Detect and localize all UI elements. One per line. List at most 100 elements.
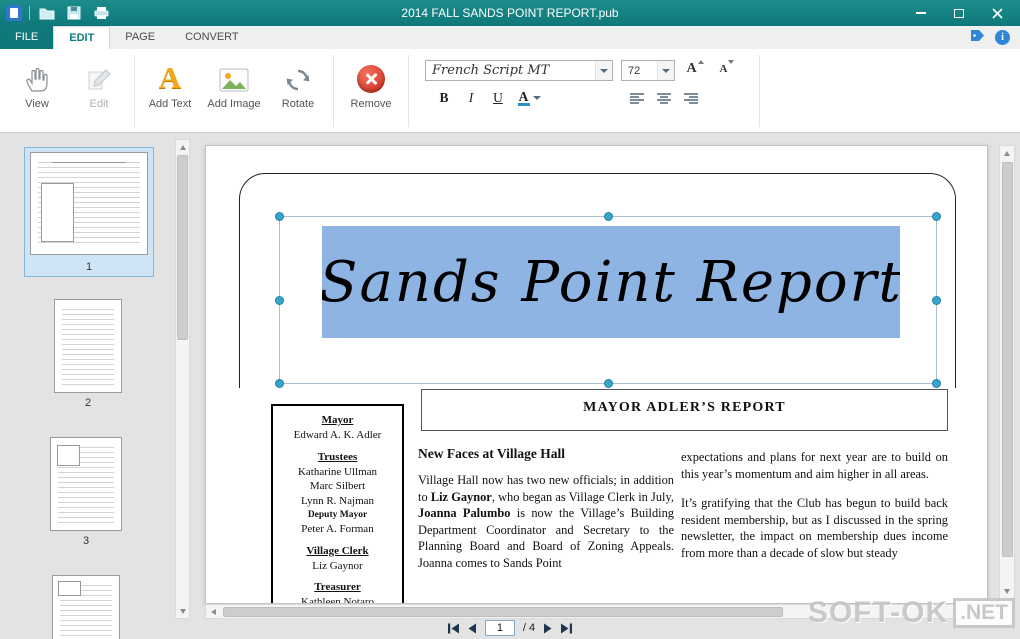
font-name-dropdown[interactable] xyxy=(595,61,612,80)
masthead-line: Marc Silbert xyxy=(309,480,366,493)
rotate-label: Rotate xyxy=(281,98,315,110)
next-page-button[interactable] xyxy=(543,623,552,634)
thumbnail-number: 1 xyxy=(85,261,93,273)
selection-handle[interactable] xyxy=(932,295,941,305)
scroll-down-button[interactable] xyxy=(1000,584,1014,599)
selection-handle[interactable] xyxy=(275,212,284,221)
prev-page-icon xyxy=(468,623,476,633)
buy-button[interactable] xyxy=(969,28,985,48)
close-button[interactable] xyxy=(986,4,1008,22)
add-text-button[interactable]: A Add Text xyxy=(139,52,201,126)
thumbnail-page-1[interactable] xyxy=(30,152,148,255)
thumbnail-selection: 1 xyxy=(24,147,154,277)
triangle-up-icon xyxy=(1004,151,1010,156)
scroll-up-button[interactable] xyxy=(176,140,189,154)
print-button[interactable] xyxy=(91,3,111,23)
tab-page[interactable]: PAGE xyxy=(110,26,170,49)
tab-file[interactable]: FILE xyxy=(0,26,54,49)
image-icon xyxy=(219,59,249,93)
window-controls xyxy=(910,4,1014,22)
scroll-thumb[interactable] xyxy=(1001,162,1013,557)
masthead-box[interactable]: Mayor Edward A. K. Adler Trustees Kathar… xyxy=(271,404,404,603)
masthead-line: Village Clerk xyxy=(306,544,369,557)
open-file-button[interactable] xyxy=(37,3,57,23)
rotate-button[interactable]: Rotate xyxy=(267,52,329,126)
align-left-button[interactable] xyxy=(626,89,648,107)
selection-handle[interactable] xyxy=(932,212,941,221)
selection-handle[interactable] xyxy=(275,295,284,305)
view-button[interactable]: View xyxy=(6,52,68,126)
align-right-button[interactable] xyxy=(680,89,702,107)
printer-icon xyxy=(94,7,108,19)
article-column-2[interactable]: expectations and plans for next year are… xyxy=(681,449,948,574)
scroll-down-button[interactable] xyxy=(176,604,189,618)
masthead-line: Deputy Mayor xyxy=(307,510,368,521)
titlebar: 2014 FALL SANDS POINT REPORT.pub xyxy=(0,0,1020,26)
triangle-left-icon xyxy=(211,608,216,615)
underline-button[interactable]: U xyxy=(487,88,509,108)
info-button[interactable]: i xyxy=(995,30,1010,45)
font-color-letter: A xyxy=(517,88,530,106)
edit-label: Edit xyxy=(89,98,109,110)
tab-edit[interactable]: EDIT xyxy=(53,26,111,49)
font-color-button[interactable]: A xyxy=(514,88,544,108)
article-bold-name: Liz Gaynor xyxy=(430,489,492,504)
edit-button[interactable]: Edit xyxy=(68,52,130,126)
chevron-down-icon xyxy=(532,96,541,100)
scroll-thumb[interactable] xyxy=(223,606,783,617)
scroll-thumb[interactable] xyxy=(177,155,188,340)
report-heading-box[interactable]: MAYOR ADLER’S REPORT xyxy=(421,389,948,431)
last-page-icon xyxy=(561,623,573,633)
italic-button[interactable]: I xyxy=(460,88,482,108)
save-button[interactable] xyxy=(64,3,84,23)
selection-handle[interactable] xyxy=(603,212,613,221)
selection-handle[interactable] xyxy=(603,379,613,388)
font-color-swatch xyxy=(517,102,530,106)
view-label: View xyxy=(25,98,49,110)
scroll-left-button[interactable] xyxy=(206,605,221,618)
bold-button[interactable]: B xyxy=(433,88,455,108)
font-name-combo[interactable]: French Script MT xyxy=(425,60,613,81)
thumbnail-scrollbar[interactable] xyxy=(175,139,190,619)
titlebar-separator xyxy=(29,6,30,20)
decrease-font-button[interactable]: A xyxy=(715,60,739,81)
font-size-combo[interactable]: 72 xyxy=(621,60,675,81)
article-column-1[interactable]: New Faces at Village Hall Village Hall n… xyxy=(418,446,674,571)
last-page-button[interactable] xyxy=(560,623,573,634)
selection-handle[interactable] xyxy=(275,379,284,388)
masthead-line: Mayor xyxy=(321,414,354,426)
add-image-label: Add Image xyxy=(207,98,261,110)
letter-a-icon: A xyxy=(158,60,182,95)
page-number-input[interactable] xyxy=(484,620,515,636)
ribbon-tab-bar: FILE EDIT PAGE CONVERT i xyxy=(0,26,1020,49)
add-image-button[interactable]: Add Image xyxy=(201,52,267,126)
folder-icon xyxy=(39,8,55,20)
thumbnail-page-2[interactable] xyxy=(54,299,122,393)
canvas-horizontal-scrollbar[interactable] xyxy=(205,604,988,619)
article-bold-name: Joanna Palumbo xyxy=(418,506,511,520)
selection-handle[interactable] xyxy=(932,379,941,388)
canvas-vertical-scrollbar[interactable] xyxy=(999,145,1015,600)
floppy-icon xyxy=(67,6,81,20)
minimize-button[interactable] xyxy=(910,4,932,22)
chevron-up-icon xyxy=(697,60,704,64)
first-page-button[interactable] xyxy=(447,623,460,634)
masthead-line: Katharine Ullman xyxy=(297,465,378,478)
tab-convert[interactable]: CONVERT xyxy=(170,26,254,49)
first-page-icon xyxy=(447,623,459,633)
thumbnail-page-3[interactable] xyxy=(50,437,122,531)
align-center-button[interactable] xyxy=(653,89,675,107)
page-count-label: / 4 xyxy=(522,622,536,634)
selected-text-box[interactable]: Sands Point Report xyxy=(275,212,941,388)
document-title-text[interactable]: Sands Point Report xyxy=(322,250,900,315)
document-page[interactable]: Sands Point Report MAYOR ADLER’S REPORT … xyxy=(205,145,988,604)
increase-font-button[interactable]: A xyxy=(683,60,707,81)
thumbnail-panel: 1 2 3 xyxy=(0,133,192,639)
remove-button[interactable]: Remove xyxy=(338,52,404,126)
maximize-button[interactable] xyxy=(948,4,970,22)
previous-page-button[interactable] xyxy=(468,623,477,634)
app-icon xyxy=(6,5,22,21)
font-size-dropdown[interactable] xyxy=(657,61,674,80)
scroll-right-button[interactable] xyxy=(972,605,987,618)
scroll-up-button[interactable] xyxy=(1000,146,1014,161)
